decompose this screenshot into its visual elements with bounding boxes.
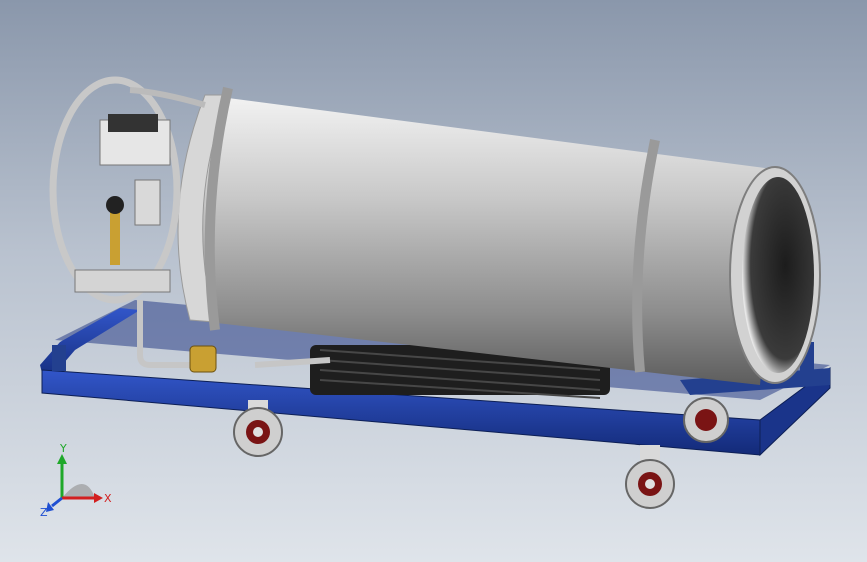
y-axis-label: Y	[59, 442, 67, 455]
x-axis-label: X	[104, 492, 112, 505]
coordinate-triad: Y X Z	[40, 442, 112, 519]
z-axis-label: Z	[40, 506, 48, 519]
wheel-rear-right	[683, 397, 729, 443]
wheel-front-right	[625, 445, 675, 509]
tank-model	[40, 76, 831, 509]
cad-viewport[interactable]: Y X Z	[0, 0, 867, 562]
z-axis-arrow	[51, 496, 63, 508]
